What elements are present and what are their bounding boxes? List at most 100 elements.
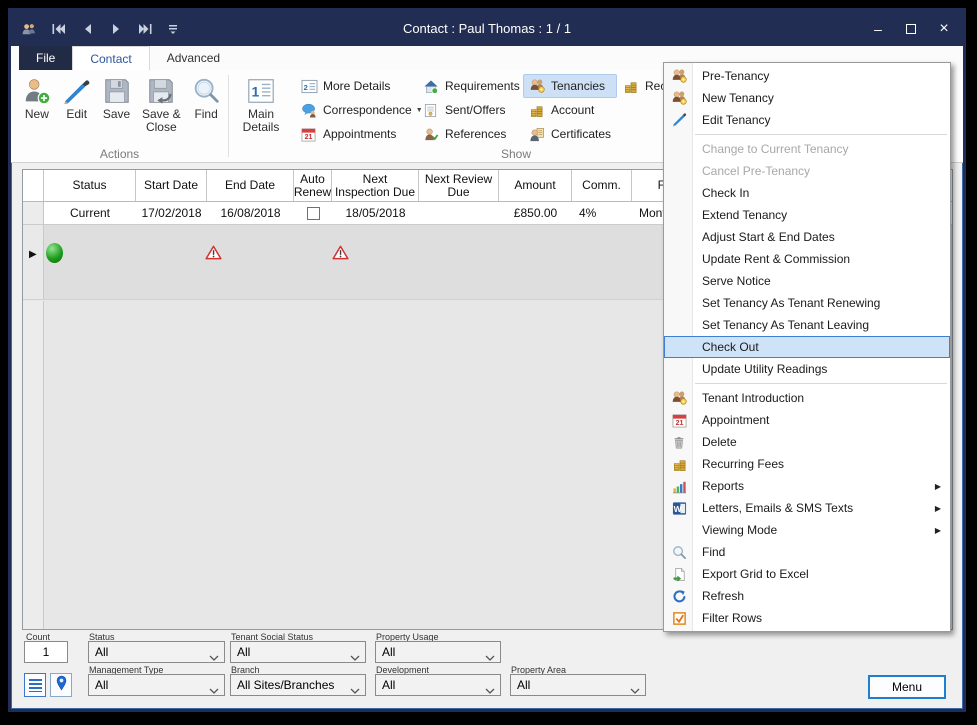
- menu-item-tenant-introduction[interactable]: Tenant Introduction: [664, 387, 950, 409]
- tenancies-label: Tenancies: [551, 79, 605, 93]
- tab-advanced[interactable]: Advanced: [150, 46, 237, 70]
- more-details-button[interactable]: 2 More Details: [295, 74, 417, 98]
- menu-item-find[interactable]: Find: [664, 541, 950, 563]
- menu-item-set-tenancy-tenant-leaving[interactable]: Set Tenancy As Tenant Leaving: [664, 314, 950, 336]
- menu-item-label: Refresh: [702, 589, 744, 603]
- menu-item-extend-tenancy[interactable]: Extend Tenancy: [664, 204, 950, 226]
- sent-offers-button[interactable]: Sent/Offers: [417, 98, 523, 122]
- grid-cell-amount[interactable]: £850.00: [499, 202, 572, 224]
- status-filter-dropdown[interactable]: All: [88, 641, 225, 663]
- menu-item-serve-notice[interactable]: Serve Notice: [664, 270, 950, 292]
- grid-header-auto-renew[interactable]: Auto Renew: [294, 170, 332, 201]
- new-button[interactable]: New: [17, 73, 57, 148]
- maximize-button[interactable]: [904, 21, 918, 37]
- save-button[interactable]: Save: [97, 73, 137, 148]
- correspondence-button[interactable]: Correspondence ▼: [295, 98, 417, 122]
- requirements-button[interactable]: Requirements: [417, 74, 523, 98]
- auto-renew-checkbox[interactable]: [307, 207, 320, 220]
- menu-item-update-utility-readings[interactable]: Update Utility Readings: [664, 358, 950, 380]
- status-green-indicator-icon: [46, 243, 63, 263]
- menu-item-refresh[interactable]: Refresh: [664, 585, 950, 607]
- property-area-filter-dropdown[interactable]: All: [510, 674, 646, 696]
- save-floppy-icon: [102, 76, 132, 106]
- menu-item-recurring-fees[interactable]: Recurring Fees: [664, 453, 950, 475]
- property-usage-filter-dropdown[interactable]: All: [375, 641, 501, 663]
- grid-header-amount[interactable]: Amount: [499, 170, 572, 201]
- more-details-icon: 2: [301, 78, 318, 94]
- management-type-filter-dropdown[interactable]: All: [88, 674, 225, 696]
- status-filter-value: All: [95, 645, 108, 659]
- menu-item-adjust-start-end-dates[interactable]: Adjust Start & End Dates: [664, 226, 950, 248]
- menu-item-export-grid-to-excel[interactable]: Export Grid to Excel: [664, 563, 950, 585]
- list-view-button[interactable]: [24, 673, 46, 697]
- menu-item-label: Pre-Tenancy: [702, 69, 769, 83]
- menu-item-viewing-mode[interactable]: Viewing Mode ▶: [664, 519, 950, 541]
- account-button[interactable]: Account: [523, 98, 617, 122]
- grid-cell-comm[interactable]: 4%: [572, 202, 632, 224]
- development-filter-dropdown[interactable]: All: [375, 674, 501, 696]
- minimize-button[interactable]: –: [871, 21, 885, 37]
- grid-cell-auto-renew[interactable]: [294, 202, 332, 224]
- menu-item-reports[interactable]: Reports ▶: [664, 475, 950, 497]
- menu-item-appointment[interactable]: 21 Appointment: [664, 409, 950, 431]
- menu-item-update-rent-commission[interactable]: Update Rent & Commission: [664, 248, 950, 270]
- grid-header-comm[interactable]: Comm.: [572, 170, 632, 201]
- next-record-icon[interactable]: [108, 20, 124, 38]
- references-button[interactable]: References: [417, 122, 523, 146]
- grid-cell-status[interactable]: Current: [44, 202, 136, 224]
- menu-button[interactable]: Menu: [868, 675, 946, 699]
- requirements-label: Requirements: [445, 79, 520, 93]
- grid-header-end-date[interactable]: End Date: [207, 170, 294, 201]
- svg-text:21: 21: [305, 134, 313, 141]
- menu-item-label: Adjust Start & End Dates: [702, 230, 835, 244]
- menu-item-check-in[interactable]: Check In: [664, 182, 950, 204]
- recurring-money-icon: [623, 78, 640, 94]
- grid-cell-start-date[interactable]: 17/02/2018: [136, 202, 207, 224]
- property-area-filter-value: All: [517, 678, 530, 692]
- menu-item-new-tenancy[interactable]: New Tenancy: [664, 87, 950, 109]
- current-row-marker-icon: ▶: [29, 250, 37, 260]
- grid-header-next-review-due[interactable]: Next Review Due: [419, 170, 499, 201]
- grid-header-start-date[interactable]: Start Date: [136, 170, 207, 201]
- main-details-label: Main Details: [235, 108, 287, 134]
- edit-button[interactable]: Edit: [57, 73, 97, 148]
- previous-record-icon[interactable]: [79, 20, 95, 38]
- chevron-down-icon: [350, 650, 360, 664]
- menu-item-pre-tenancy[interactable]: Pre-Tenancy: [664, 65, 950, 87]
- menu-item-letters-emails-sms[interactable]: W Letters, Emails & SMS Texts ▶: [664, 497, 950, 519]
- menu-separator: [695, 134, 947, 135]
- menu-item-label: Change to Current Tenancy: [702, 142, 849, 156]
- find-button[interactable]: Find: [186, 73, 226, 148]
- first-record-icon[interactable]: [50, 20, 66, 38]
- menu-item-delete[interactable]: Delete: [664, 431, 950, 453]
- menu-item-filter-rows[interactable]: Filter Rows: [664, 607, 950, 629]
- menu-item-label: Serve Notice: [702, 274, 771, 288]
- tab-file[interactable]: File: [19, 46, 72, 70]
- count-value: 1: [24, 641, 68, 663]
- save-close-button[interactable]: Save & Close: [136, 73, 186, 148]
- menu-item-label: New Tenancy: [702, 91, 774, 105]
- menu-item-label: Appointment: [702, 413, 769, 427]
- grid-header-next-inspection-due[interactable]: Next Inspection Due: [332, 170, 419, 201]
- menu-item-edit-tenancy[interactable]: Edit Tenancy: [664, 109, 950, 131]
- menu-item-check-out[interactable]: Check Out: [664, 336, 950, 358]
- grid-header-status[interactable]: Status: [44, 170, 136, 201]
- certificates-button[interactable]: Certificates: [523, 122, 617, 146]
- menu-item-label: Extend Tenancy: [702, 208, 787, 222]
- tenant-social-status-filter-dropdown[interactable]: All: [230, 641, 366, 663]
- sent-offers-document-icon: [423, 102, 440, 118]
- main-details-button[interactable]: 1 Main Details: [235, 73, 287, 148]
- menu-item-set-tenancy-tenant-renewing[interactable]: Set Tenancy As Tenant Renewing: [664, 292, 950, 314]
- close-button[interactable]: ×: [937, 20, 951, 38]
- grid-cell-end-date[interactable]: 16/08/2018: [207, 202, 294, 224]
- grid-cell-next-review-due[interactable]: [419, 202, 499, 224]
- grid-cell-next-inspection-due[interactable]: 18/05/2018: [332, 202, 419, 224]
- menu-item-label: Letters, Emails & SMS Texts: [702, 501, 853, 515]
- branch-filter-value: All Sites/Branches: [237, 678, 334, 692]
- map-view-button[interactable]: [50, 673, 72, 697]
- tab-contact[interactable]: Contact: [72, 46, 149, 70]
- branch-filter-dropdown[interactable]: All Sites/Branches: [230, 674, 366, 696]
- grid-cell-indicator: [23, 202, 44, 224]
- tenancies-button[interactable]: Tenancies: [523, 74, 617, 98]
- appointments-button[interactable]: 21 Appointments: [295, 122, 417, 146]
